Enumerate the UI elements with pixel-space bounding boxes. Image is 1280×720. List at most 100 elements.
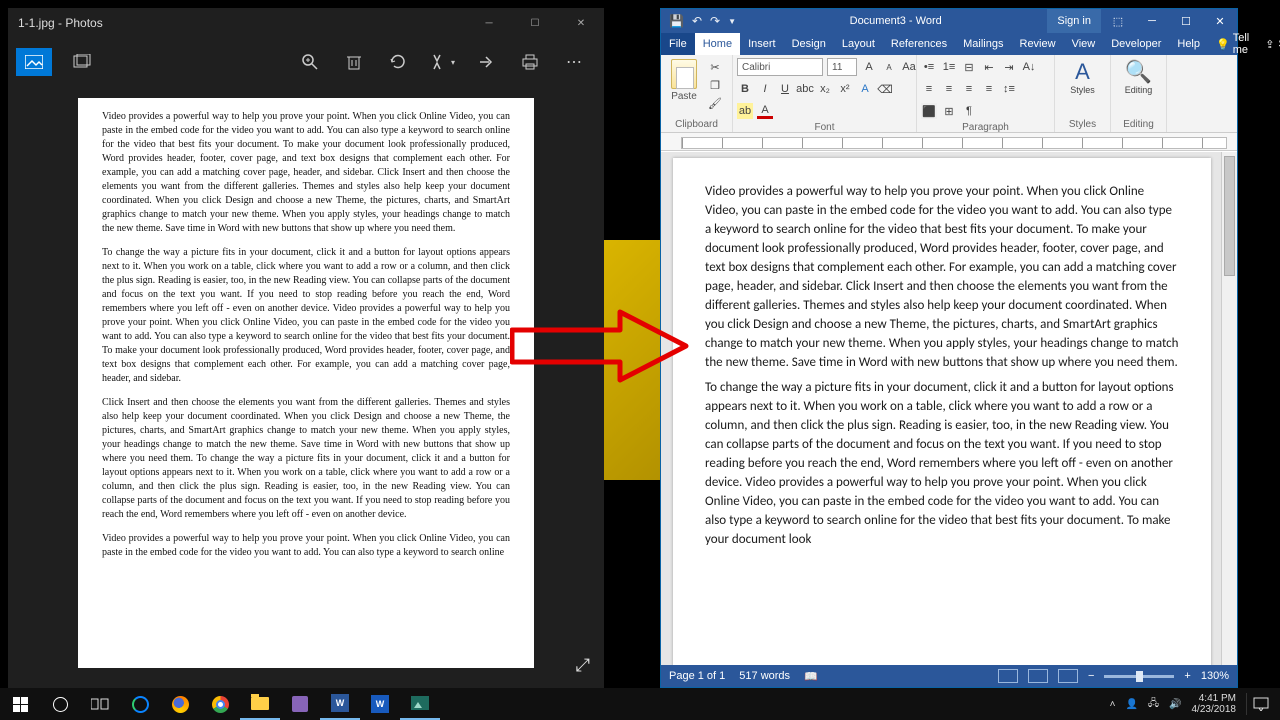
taskbar-photos[interactable] [400, 688, 440, 720]
align-left-icon[interactable]: ≡ [921, 81, 937, 97]
more-button[interactable]: ⋯ [552, 42, 596, 82]
subscript-icon[interactable]: x₂ [817, 81, 833, 97]
share-button[interactable]: ⇪Share [1257, 33, 1280, 55]
font-size-select[interactable]: 11 [827, 58, 857, 76]
tab-insert[interactable]: Insert [740, 33, 784, 55]
page-status[interactable]: Page 1 of 1 [669, 670, 725, 682]
undo-icon[interactable]: ↶ [692, 14, 702, 28]
crop-edit-button[interactable]: ▾ [420, 42, 464, 82]
taskbar-app[interactable] [280, 688, 320, 720]
shading-icon[interactable]: ⬛ [921, 103, 937, 119]
tab-developer[interactable]: Developer [1103, 33, 1169, 55]
highlight-icon[interactable]: ab [737, 103, 753, 119]
show-marks-icon[interactable]: ¶ [961, 103, 977, 119]
read-mode-button[interactable] [998, 669, 1018, 683]
network-icon[interactable]: 🖧 [1148, 696, 1159, 713]
people-icon[interactable]: 👤 [1125, 699, 1137, 710]
sort-icon[interactable]: A↓ [1021, 59, 1037, 75]
clock[interactable]: 4:41 PM 4/23/2018 [1192, 693, 1237, 715]
underline-icon[interactable]: U [777, 81, 793, 97]
numbering-icon[interactable]: 1≡ [941, 59, 957, 75]
tab-help[interactable]: Help [1169, 33, 1208, 55]
styles-button[interactable]: AStyles [1067, 57, 1099, 97]
fullscreen-button[interactable]: ⤢ [576, 655, 590, 676]
copy-icon[interactable]: ❐ [707, 77, 723, 93]
taskbar-chrome[interactable] [200, 688, 240, 720]
share-button[interactable] [464, 42, 508, 82]
save-icon[interactable]: 💾 [669, 14, 684, 28]
add-to-collection-button[interactable] [60, 42, 104, 82]
paste-button[interactable]: Paste [665, 57, 703, 102]
tab-mailings[interactable]: Mailings [955, 33, 1011, 55]
tab-view[interactable]: View [1064, 33, 1104, 55]
zoom-in-button[interactable]: + [1184, 670, 1190, 682]
close-button[interactable]: ✕ [1203, 15, 1237, 28]
taskbar-edge[interactable] [120, 688, 160, 720]
scrollbar-thumb[interactable] [1224, 156, 1235, 276]
minimize-button[interactable]: ─ [1135, 15, 1169, 27]
print-layout-button[interactable] [1028, 669, 1048, 683]
print-button[interactable] [508, 42, 552, 82]
document-area[interactable]: Video provides a powerful way to help yo… [661, 152, 1221, 665]
ribbon-options-button[interactable]: ⬚ [1101, 15, 1135, 28]
superscript-icon[interactable]: x² [837, 81, 853, 97]
align-right-icon[interactable]: ≡ [961, 81, 977, 97]
tellme-button[interactable]: 💡Tell me [1208, 33, 1257, 55]
web-layout-button[interactable] [1058, 669, 1078, 683]
tab-design[interactable]: Design [784, 33, 834, 55]
spellcheck-icon[interactable]: 📖 [804, 670, 818, 683]
font-color-icon[interactable]: A [757, 103, 773, 119]
decrease-indent-icon[interactable]: ⇤ [981, 59, 997, 75]
start-button[interactable] [0, 688, 40, 720]
rotate-button[interactable] [376, 42, 420, 82]
see-all-photos-button[interactable] [16, 48, 52, 76]
tab-file[interactable]: File [661, 33, 695, 55]
increase-indent-icon[interactable]: ⇥ [1001, 59, 1017, 75]
close-button[interactable]: ✕ [558, 8, 604, 38]
taskbar-firefox[interactable] [160, 688, 200, 720]
maximize-button[interactable]: ☐ [1169, 15, 1203, 28]
maximize-button[interactable]: ☐ [512, 8, 558, 38]
signin-button[interactable]: Sign in [1047, 9, 1101, 33]
word-count[interactable]: 517 words [739, 670, 790, 682]
editing-button[interactable]: 🔍Editing [1123, 57, 1155, 97]
minimize-button[interactable]: ─ [466, 8, 512, 38]
vertical-scrollbar[interactable] [1221, 152, 1237, 665]
zoom-button[interactable] [288, 42, 332, 82]
multilevel-icon[interactable]: ⊟ [961, 59, 977, 75]
taskbar-word[interactable]: W [320, 688, 360, 720]
qat-more-icon[interactable]: ▼ [728, 17, 736, 26]
shrink-font-icon[interactable]: A [881, 59, 897, 75]
redo-icon[interactable]: ↷ [710, 14, 720, 28]
delete-button[interactable] [332, 42, 376, 82]
bold-icon[interactable]: B [737, 81, 753, 97]
taskbar-word-alt[interactable]: W [360, 688, 400, 720]
tab-references[interactable]: References [883, 33, 955, 55]
zoom-slider[interactable] [1104, 675, 1174, 678]
grow-font-icon[interactable]: A [861, 59, 877, 75]
volume-icon[interactable]: 🔊 [1169, 699, 1181, 710]
ruler[interactable] [661, 133, 1237, 151]
clear-format-icon[interactable]: ⌫ [877, 81, 893, 97]
tab-home[interactable]: Home [695, 33, 740, 55]
justify-icon[interactable]: ≡ [981, 81, 997, 97]
format-painter-icon[interactable]: 🖌 [707, 95, 723, 111]
task-view-button[interactable] [80, 688, 120, 720]
zoom-level[interactable]: 130% [1201, 670, 1229, 682]
cortana-button[interactable] [40, 688, 80, 720]
change-case-icon[interactable]: Aa [901, 59, 917, 75]
font-name-select[interactable]: Calibri [737, 58, 823, 76]
tab-layout[interactable]: Layout [834, 33, 883, 55]
italic-icon[interactable]: I [757, 81, 773, 97]
taskbar-explorer[interactable] [240, 688, 280, 720]
tab-review[interactable]: Review [1012, 33, 1064, 55]
line-spacing-icon[interactable]: ↕≡ [1001, 81, 1017, 97]
bullets-icon[interactable]: •≡ [921, 59, 937, 75]
borders-icon[interactable]: ⊞ [941, 103, 957, 119]
strike-icon[interactable]: abc [797, 81, 813, 97]
align-center-icon[interactable]: ≡ [941, 81, 957, 97]
zoom-out-button[interactable]: − [1088, 670, 1094, 682]
cut-icon[interactable]: ✂ [707, 59, 723, 75]
text-effects-icon[interactable]: A [857, 81, 873, 97]
action-center-button[interactable] [1246, 693, 1274, 715]
